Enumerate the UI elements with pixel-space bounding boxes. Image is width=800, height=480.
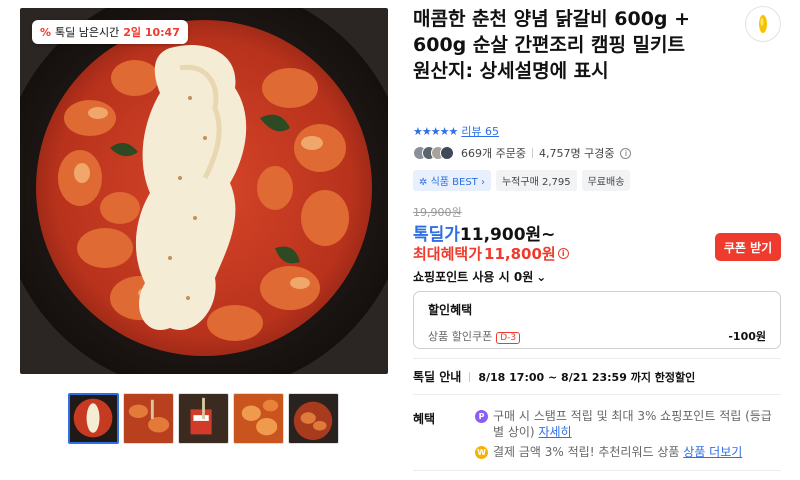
cumulative-badge: 누적구매 2,795 <box>495 170 577 191</box>
benefit-stamp: P 구매 시 스탬프 적립 및 최대 3% 쇼핑포인트 적립 (등급별 상이) … <box>475 408 775 440</box>
divider <box>413 470 781 471</box>
coupon-button[interactable]: 쿠폰 받기 <box>715 233 781 261</box>
deal-notice-period: 8/18 17:00 ~ 8/21 23:59 까지 한정할인 <box>478 370 696 384</box>
deal-price-label: 톡딜가 <box>413 225 460 245</box>
coupon-deadline-tag: D-3 <box>496 332 521 344</box>
percent-icon: % <box>40 25 52 39</box>
discount-coupon-row: 상품 할인쿠폰 D-3 -100원 <box>428 328 766 344</box>
info-icon[interactable]: i <box>557 248 569 259</box>
deal-timer-label: 톡딜 남은시간 <box>55 26 120 39</box>
info-icon[interactable]: i <box>620 147 632 159</box>
product-main-image[interactable]: % 톡딜 남은시간 2일 10:47 <box>20 8 388 374</box>
chevron-right-icon: › <box>480 177 485 188</box>
deal-price-value: 11,900원~ <box>459 225 556 245</box>
benefit-reward: W 결제 금액 3% 적립! 추천리워드 상품 상품 더보기 <box>475 444 775 460</box>
best-badge[interactable]: ✲ 식품 BEST › <box>413 170 491 191</box>
deal-notice-label: 톡딜 안내 <box>413 370 462 384</box>
pin-icon <box>759 15 767 33</box>
chevron-down-icon: ⌄ <box>536 269 547 284</box>
point-coin-icon: P <box>475 410 488 423</box>
discount-box: 할인혜택 상품 할인쿠폰 D-3 -100원 <box>413 291 781 349</box>
avatar <box>440 146 454 160</box>
thumbnail-2[interactable] <box>123 393 174 444</box>
badge-row: ✲ 식품 BEST › 누적구매 2,795 무료배송 <box>413 170 631 191</box>
thumbnail-1[interactable] <box>68 393 119 444</box>
discount-amount: -100원 <box>728 330 766 343</box>
rating-row: ★★★★★ 리뷰 65 <box>413 123 499 139</box>
point-usage-toggle[interactable]: 쇼핑포인트 사용 시 0원 ⌄ <box>413 268 546 285</box>
best-badge-label: 식품 BEST <box>430 177 478 188</box>
thumbnail-5[interactable] <box>288 393 339 444</box>
benefit-reward-text: 결제 금액 3% 적립! 추천리워드 상품 <box>493 445 680 459</box>
divider <box>469 371 471 382</box>
details-link[interactable]: 자세히 <box>538 425 571 439</box>
divider <box>531 148 533 158</box>
viewers-count: 4,757명 구경중 <box>538 147 615 160</box>
point-usage-label: 쇼핑포인트 사용 시 0원 <box>413 270 534 284</box>
product-origin: 원산지: 상세설명에 표시 <box>413 60 609 82</box>
food-icon: ✲ <box>419 177 428 188</box>
benefit-stamp-text: 구매 시 스탬프 적립 및 최대 3% 쇼핑포인트 적립 (등급별 상이) <box>493 409 772 439</box>
original-price: 19,900원 <box>413 206 462 219</box>
stats-row: 669개 주문중 4,757명 구경중 i <box>413 145 632 161</box>
more-products-link[interactable]: 상품 더보기 <box>683 445 742 459</box>
product-title: 매콤한 춘천 양념 닭갈비 600g + 600g 순살 간편조리 캠핑 밀키트 <box>413 8 691 56</box>
coupon-label: 상품 할인쿠폰 <box>428 330 493 343</box>
free-shipping-badge: 무료배송 <box>581 170 631 191</box>
deal-notice: 톡딜 안내 8/18 17:00 ~ 8/21 23:59 까지 한정할인 <box>413 368 695 385</box>
max-benefit-price: 최대혜택가 11,800원 i <box>413 243 569 264</box>
thumbnail-strip <box>68 393 339 444</box>
deal-timer-value: 2일 10:47 <box>123 26 180 39</box>
discount-title: 할인혜택 <box>428 303 473 317</box>
wishlist-button[interactable] <box>745 6 781 42</box>
divider <box>413 394 781 395</box>
thumbnail-4[interactable] <box>233 393 284 444</box>
star-rating: ★★★★★ <box>413 124 458 138</box>
reward-coin-icon: W <box>475 446 488 459</box>
review-link[interactable]: 리뷰 65 <box>461 123 499 139</box>
buyer-avatars <box>413 146 454 160</box>
divider <box>413 358 781 359</box>
max-price-label: 최대혜택가 <box>413 245 483 263</box>
max-price-value: 11,800원 <box>484 245 556 263</box>
thumbnail-3[interactable] <box>178 393 229 444</box>
deal-timer-chip: % 톡딜 남은시간 2일 10:47 <box>32 20 188 44</box>
deal-price: 톡딜가11,900원~ <box>413 220 555 245</box>
orders-count: 669개 주문중 <box>461 147 526 160</box>
product-info: 매콤한 춘천 양념 닭갈비 600g + 600g 순살 간편조리 캠핑 밀키트… <box>413 6 785 84</box>
benefit-label: 혜택 <box>413 412 436 426</box>
